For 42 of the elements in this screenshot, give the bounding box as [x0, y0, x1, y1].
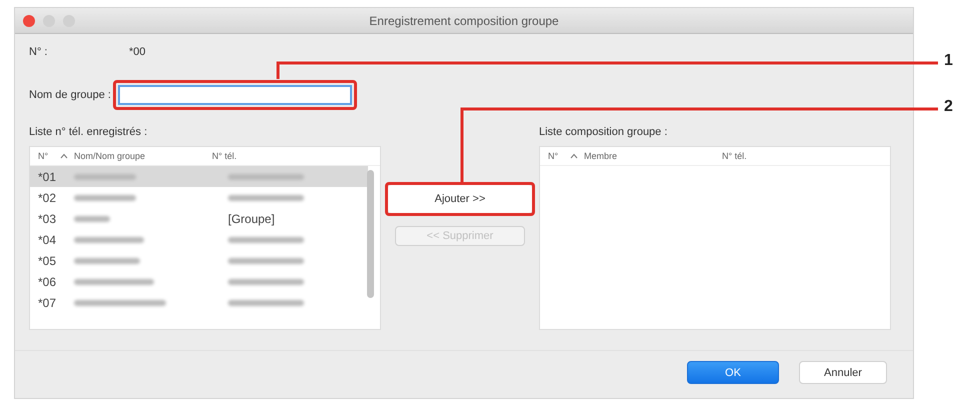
- list-row[interactable]: *03 [Groupe]: [30, 208, 368, 229]
- sort-up-icon: [570, 153, 578, 159]
- close-button[interactable]: [23, 14, 35, 26]
- cancel-button[interactable]: Annuler: [799, 361, 887, 384]
- table-cell-text: *03: [38, 212, 58, 226]
- window-title: Enregistrement composition groupe: [368, 14, 560, 28]
- table-cell-text: *01: [38, 170, 58, 184]
- group-name-field[interactable]: [118, 85, 352, 105]
- list-row[interactable]: *02: [30, 187, 368, 208]
- callout-number: 2: [944, 98, 953, 116]
- column-header[interactable]: N° tél.: [722, 151, 782, 161]
- redacted-name: [74, 258, 140, 264]
- column-header[interactable]: Nom/Nom groupe: [74, 151, 212, 161]
- list-row[interactable]: *01: [30, 166, 368, 187]
- table-cell: [Groupe]: [228, 212, 275, 226]
- list-row[interactable]: *05: [30, 250, 368, 271]
- list-row[interactable]: *07: [30, 292, 368, 313]
- scrollbar[interactable]: [367, 170, 374, 298]
- column-header[interactable]: N°: [548, 151, 570, 161]
- callout-number: 1: [944, 52, 953, 70]
- table-cell-text: *04: [38, 232, 58, 246]
- list-row[interactable]: *06: [30, 271, 368, 292]
- add-button[interactable]: Ajouter >>: [388, 185, 532, 213]
- table-cell-text: *06: [38, 274, 58, 288]
- redacted-name: [74, 194, 136, 200]
- redacted-name: [74, 216, 110, 222]
- redacted-name: [74, 236, 144, 242]
- list-row[interactable]: *04: [30, 229, 368, 250]
- column-header[interactable]: Membre: [584, 151, 722, 161]
- group-name-label: Nom de groupe :: [29, 89, 111, 101]
- number-label: N° :: [29, 46, 48, 58]
- number-value: *00: [129, 46, 146, 58]
- redacted-name: [74, 174, 136, 180]
- sort-up-icon: [60, 153, 68, 159]
- table-cell-text: *07: [38, 296, 58, 310]
- ok-button[interactable]: OK: [687, 361, 779, 384]
- table-cell-text: *02: [38, 190, 58, 204]
- list-label: Liste composition groupe :: [539, 126, 668, 138]
- column-header[interactable]: N° tél.: [212, 151, 272, 161]
- table-cell-text: *05: [38, 254, 58, 268]
- list-label: Liste n° tél. enregistrés :: [29, 126, 148, 138]
- column-header[interactable]: N°: [38, 151, 60, 161]
